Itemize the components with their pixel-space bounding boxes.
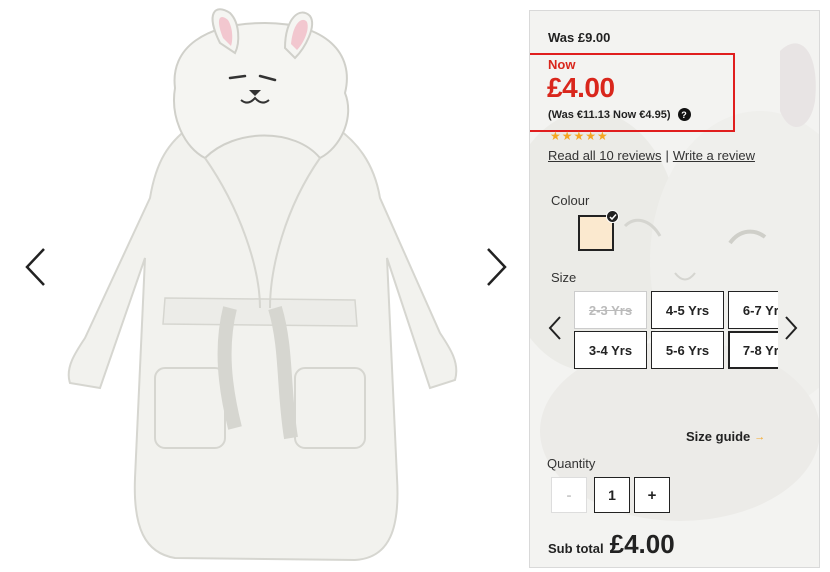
rating-stars: ★★★★★: [550, 129, 609, 143]
euro-price-text: (Was €11.13 Now €4.95): [548, 108, 671, 121]
subtotal-value: £4.00: [609, 529, 675, 559]
was-price: Was £9.00: [548, 30, 611, 45]
reviews-links: Read all 10 reviews | Write a review: [548, 148, 755, 163]
product-gallery: [0, 0, 520, 572]
chevron-left-icon: [548, 316, 561, 340]
quantity-decrease-button[interactable]: -: [551, 477, 587, 513]
quantity-label: Quantity: [547, 456, 596, 471]
size-label: Size: [551, 270, 577, 285]
colour-swatch-cream[interactable]: [578, 210, 619, 251]
size-option-7-8[interactable]: 7-8 Yrs: [728, 331, 778, 369]
size-prev-button[interactable]: [548, 315, 562, 341]
gallery-next-button[interactable]: [482, 245, 512, 289]
euro-price: (Was €11.13 Now €4.95) ?: [548, 108, 691, 121]
chevron-left-icon: [25, 248, 45, 286]
arrow-right-icon: →: [754, 430, 766, 443]
chevron-right-icon: [785, 316, 798, 340]
size-guide-label: Size guide: [686, 429, 751, 444]
size-option-4-5[interactable]: 4-5 Yrs: [651, 291, 724, 329]
product-image: [67, 8, 458, 562]
gallery-prev-button[interactable]: [20, 245, 50, 289]
colour-label: Colour: [551, 193, 590, 208]
write-review-link[interactable]: Write a review: [673, 148, 755, 163]
size-option-3-4[interactable]: 3-4 Yrs: [574, 331, 647, 369]
quantity-input[interactable]: 1: [594, 477, 630, 513]
now-price: £4.00: [547, 72, 615, 103]
size-option-2-3[interactable]: 2-3 Yrs: [574, 291, 647, 329]
reviews-separator: |: [665, 148, 669, 163]
help-icon[interactable]: ?: [677, 108, 691, 121]
product-details-panel: Was £9.00 Now £4.00 (Was €11.13 Now €4.9…: [529, 10, 820, 568]
size-options: 2-3 Yrs 4-5 Yrs 6-7 Yrs 3-4 Yrs 5-6 Yrs …: [572, 289, 778, 371]
size-option-5-6[interactable]: 5-6 Yrs: [651, 331, 724, 369]
size-option-6-7[interactable]: 6-7 Yrs: [728, 291, 778, 329]
subtotal: Sub total £4.00: [548, 529, 675, 560]
chevron-right-icon: [487, 248, 507, 286]
read-reviews-link[interactable]: Read all 10 reviews: [548, 148, 661, 163]
quantity-increase-button[interactable]: +: [634, 477, 670, 513]
subtotal-label: Sub total: [548, 541, 604, 556]
size-guide-link[interactable]: Size guide →: [686, 429, 765, 444]
size-next-button[interactable]: [784, 315, 798, 341]
now-label: Now: [548, 57, 576, 72]
check-icon: [606, 210, 619, 223]
